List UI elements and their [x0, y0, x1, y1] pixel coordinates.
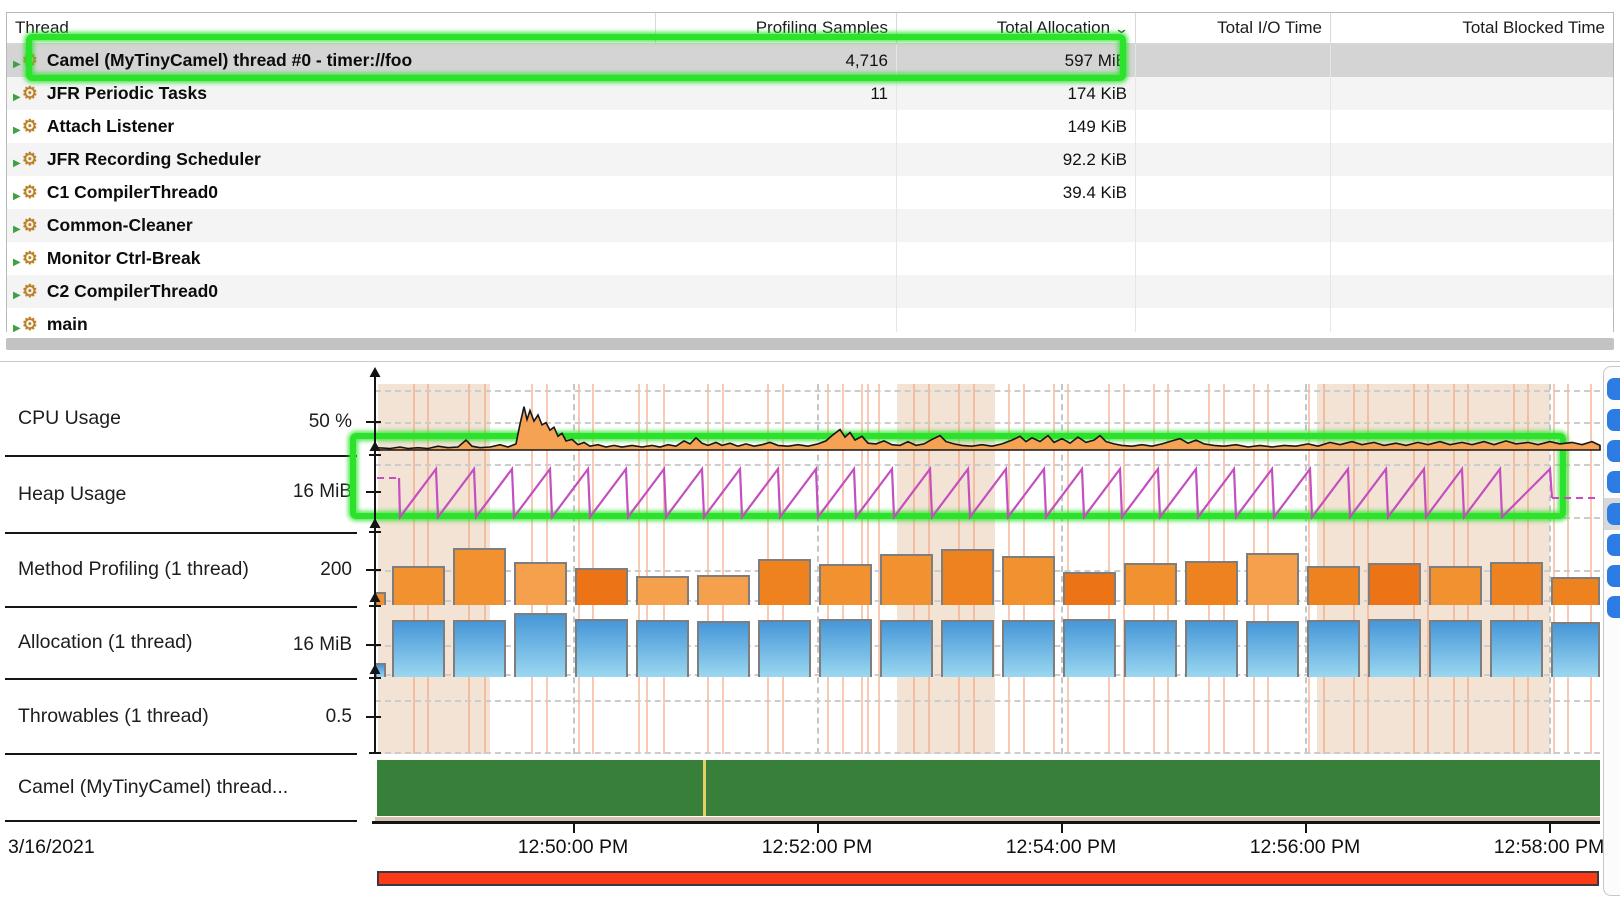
lane-toggle-button-3[interactable] — [1607, 440, 1620, 462]
lane-toggle-button-8[interactable] — [1607, 596, 1620, 618]
jmc-threads-view: ThreadProfiling SamplesTotal Allocation⌄… — [0, 0, 1620, 904]
lane-toggle-button-6[interactable] — [1607, 534, 1620, 556]
chart-svg-overlay — [0, 0, 1620, 904]
lane-toggle-button-1[interactable] — [1607, 378, 1620, 400]
lane-toggle-button-4[interactable] — [1607, 471, 1620, 493]
lane-toggle-button-2[interactable] — [1607, 409, 1620, 431]
lane-toggle-button-7[interactable] — [1607, 565, 1620, 587]
lane-toggle-button-5[interactable] — [1607, 503, 1620, 525]
